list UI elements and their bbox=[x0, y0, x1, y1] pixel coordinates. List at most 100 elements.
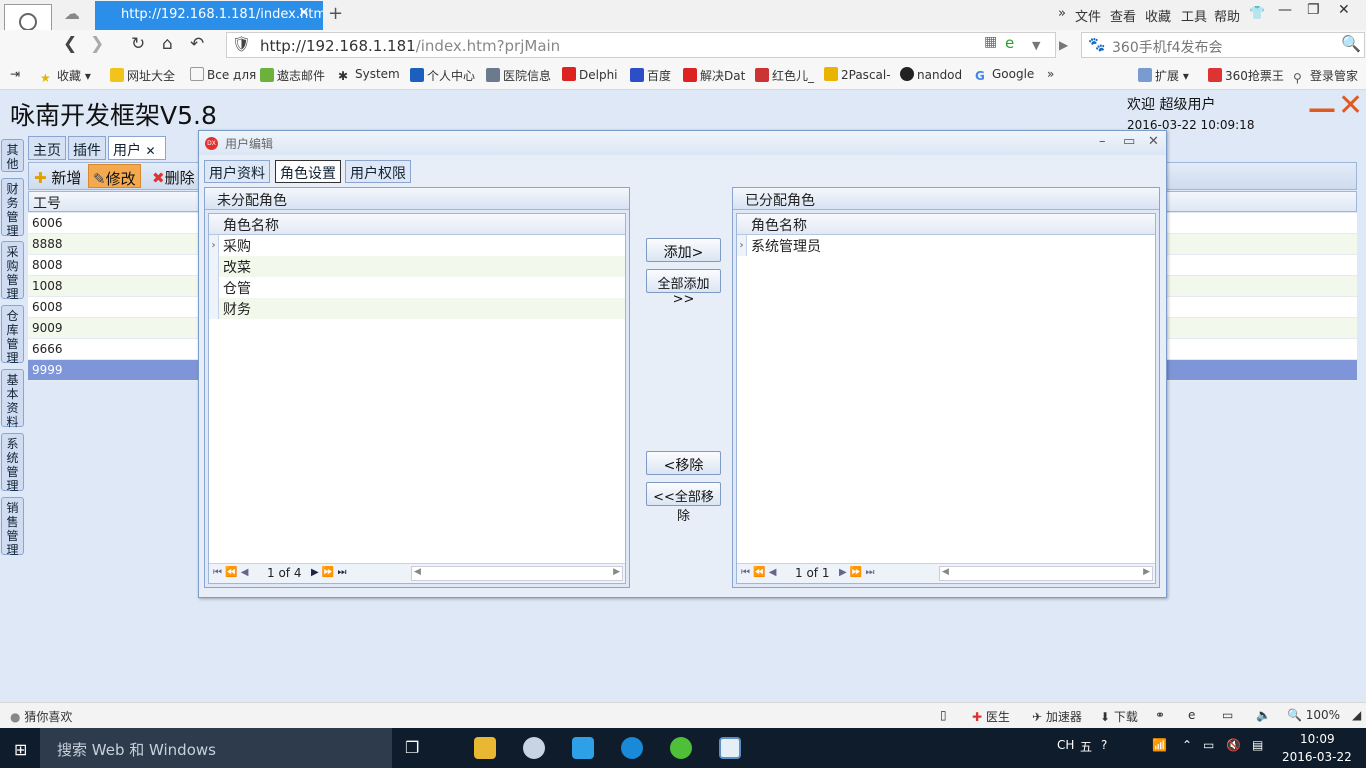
taskbar-search[interactable]: 搜索 Web 和 Windows bbox=[40, 728, 392, 768]
list-item[interactable]: 财务 bbox=[209, 298, 625, 319]
app-minimize-button[interactable]: — bbox=[1308, 92, 1336, 125]
screen-icon[interactable]: ▭ bbox=[1222, 708, 1233, 722]
app-icon-blue[interactable] bbox=[572, 737, 594, 759]
browser-tab-active[interactable]: http://192.168.1.181/index.htm bbox=[95, 1, 323, 30]
battery-icon[interactable]: ▭ bbox=[1203, 738, 1214, 752]
back-icon[interactable]: ❮ bbox=[63, 34, 77, 54]
side-tab-sales[interactable]: 销售管理 bbox=[1, 497, 24, 557]
sidebar-toggle-icon[interactable]: ⇥ bbox=[10, 67, 20, 81]
qrcode-icon[interactable]: ▦ bbox=[984, 34, 997, 50]
tab-close-icon[interactable]: ✕ bbox=[298, 5, 310, 21]
dialog-minimize-button[interactable]: – bbox=[1099, 134, 1106, 149]
ie-mode-icon[interactable]: e bbox=[1188, 708, 1195, 722]
search-icon[interactable]: 🔍 bbox=[1341, 34, 1361, 53]
tab-user-info[interactable]: 用户资料 bbox=[204, 160, 270, 183]
remove-role-button[interactable]: <移除 bbox=[646, 451, 721, 475]
tab-user-permissions[interactable]: 用户权限 bbox=[345, 160, 411, 183]
side-tab-other[interactable]: 其他 bbox=[1, 139, 24, 172]
undo-icon[interactable]: ↶ bbox=[190, 34, 204, 54]
horizontal-scrollbar[interactable]: ◀ ▶ bbox=[939, 566, 1153, 581]
new-tab-icon[interactable]: + bbox=[328, 3, 343, 24]
bookmark-vse-dlya[interactable]: Все для bbox=[190, 67, 256, 82]
horizontal-scrollbar[interactable]: ◀ ▶ bbox=[411, 566, 623, 581]
remove-all-roles-button[interactable]: <<全部移除 bbox=[646, 482, 721, 524]
app-icon-browser[interactable] bbox=[523, 737, 545, 759]
bookmark-hospital[interactable]: 医院信息 bbox=[486, 67, 551, 84]
add-all-roles-button[interactable]: 全部添加>> bbox=[646, 269, 721, 307]
app-icon-k[interactable] bbox=[621, 737, 643, 759]
zoom-level[interactable]: 🔍 100% bbox=[1287, 708, 1340, 722]
file-explorer-icon[interactable] bbox=[474, 737, 496, 759]
app-close-button[interactable]: ✕ bbox=[1338, 88, 1363, 123]
window-close-button[interactable]: ✕ bbox=[1338, 2, 1350, 18]
forward-icon[interactable]: ❯ bbox=[90, 34, 104, 54]
shield-icon[interactable]: 🛡 bbox=[232, 35, 251, 53]
download-button[interactable]: ⬇ 下载 bbox=[1100, 708, 1138, 725]
notification-icon[interactable]: ▤ bbox=[1252, 738, 1263, 752]
go-icon[interactable]: ▶ bbox=[1059, 38, 1068, 52]
ime-mode[interactable]: 五 bbox=[1080, 738, 1092, 755]
bookmark-sites[interactable]: 网址大全 bbox=[110, 67, 175, 84]
menu-overflow-icon[interactable]: » bbox=[1058, 6, 1066, 21]
bookmark-extensions[interactable]: 扩展 ▾ bbox=[1138, 67, 1189, 84]
app-icon-delphi[interactable] bbox=[719, 737, 741, 759]
windows-start-icon[interactable]: ⊞ bbox=[14, 740, 27, 759]
tab-users[interactable]: 用户 ✕ bbox=[108, 136, 166, 160]
menu-file[interactable]: 文件 bbox=[1075, 6, 1101, 25]
refresh-icon[interactable]: ↻ bbox=[131, 34, 145, 54]
volume-icon[interactable]: 🔈 bbox=[1256, 708, 1271, 722]
pager-first-prev-icons[interactable]: ⏮ ⏪ ◀ bbox=[213, 567, 249, 578]
tab-role-settings[interactable]: 角色设置 bbox=[275, 160, 341, 183]
window-minimize-button[interactable]: — bbox=[1278, 2, 1292, 18]
mute-icon[interactable]: 🔇 bbox=[1226, 738, 1241, 752]
task-view-icon[interactable]: ❐ bbox=[405, 738, 419, 757]
home-icon[interactable]: ⌂ bbox=[162, 34, 173, 54]
list-item[interactable]: 改菜 bbox=[209, 256, 625, 277]
clock-date[interactable]: 2016-03-22 bbox=[1282, 750, 1352, 764]
network-icon[interactable]: 📶 bbox=[1152, 738, 1167, 752]
list-item[interactable]: › 采购 bbox=[209, 235, 625, 256]
bookmark-system[interactable]: ✱ System bbox=[338, 67, 400, 83]
menu-view[interactable]: 查看 bbox=[1110, 6, 1136, 25]
tab-plugins[interactable]: 插件 bbox=[68, 136, 106, 160]
ime-indicator[interactable]: CH bbox=[1057, 738, 1074, 752]
tray-chevron-icon[interactable]: ⌃ bbox=[1182, 738, 1192, 752]
bookmark-login[interactable]: ⚲ 登录管家 bbox=[1293, 67, 1358, 85]
side-tab-basic-data[interactable]: 基本资料 bbox=[1, 369, 24, 429]
pager-first-prev-icons[interactable]: ⏮ ⏪ ◀ bbox=[741, 567, 777, 578]
list-item[interactable]: 仓管 bbox=[209, 277, 625, 298]
address-bar[interactable]: http://192.168.1.181/index.htm?prjMain bbox=[226, 32, 1056, 58]
mobile-icon[interactable]: ▯ bbox=[940, 708, 947, 722]
add-button[interactable]: ✚ 新增 bbox=[30, 164, 85, 188]
pager-next-last-icons[interactable]: ▶ ⏩ ⏭ bbox=[839, 567, 875, 578]
ie-icon[interactable]: e bbox=[1005, 34, 1014, 52]
help-icon[interactable]: ? bbox=[1101, 738, 1107, 752]
dropdown-icon[interactable]: ▼ bbox=[1032, 39, 1040, 52]
bookmark-red[interactable]: 红色儿_ bbox=[755, 67, 814, 84]
side-tab-purchase[interactable]: 采购管理 bbox=[1, 241, 24, 301]
doctor-button[interactable]: ✚ 医生 bbox=[972, 708, 1010, 725]
clock-time[interactable]: 10:09 bbox=[1300, 732, 1335, 746]
window-restore-button[interactable]: ❐ bbox=[1307, 2, 1320, 18]
bookmark-favorites[interactable]: ★ 收藏 ▾ bbox=[40, 67, 91, 85]
menu-help[interactable]: 帮助 bbox=[1214, 6, 1240, 25]
bookmarks-overflow-icon[interactable]: » bbox=[1047, 67, 1054, 81]
menu-tools[interactable]: 工具 bbox=[1181, 6, 1207, 25]
pager-next-last-icons[interactable]: ▶ ⏩ ⏭ bbox=[311, 567, 347, 578]
tab-close-icon[interactable]: ✕ bbox=[145, 144, 155, 158]
bookmark-solve[interactable]: 解决Dat bbox=[683, 67, 745, 84]
delete-button[interactable]: ✖删除 bbox=[148, 164, 199, 188]
bookmark-personal[interactable]: 个人中心 bbox=[410, 67, 475, 84]
shirt-icon[interactable]: 👕 bbox=[1249, 6, 1265, 21]
dialog-close-button[interactable]: ✕ bbox=[1148, 134, 1159, 149]
bookmark-nandod[interactable]: nandod bbox=[900, 67, 962, 82]
side-tab-system[interactable]: 系统管理 bbox=[1, 433, 24, 493]
glasses-icon[interactable]: ⚭ bbox=[1155, 708, 1165, 722]
edit-button[interactable]: ✎修改 bbox=[88, 164, 141, 188]
side-tab-warehouse[interactable]: 仓库管理 bbox=[1, 305, 24, 365]
bookmark-delphi[interactable]: Delphi bbox=[562, 67, 618, 82]
app-icon-360[interactable] bbox=[670, 737, 692, 759]
tab-home[interactable]: 主页 bbox=[28, 136, 66, 160]
menu-favorites[interactable]: 收藏 bbox=[1145, 6, 1171, 25]
dialog-maximize-button[interactable]: ▭ bbox=[1123, 134, 1135, 149]
